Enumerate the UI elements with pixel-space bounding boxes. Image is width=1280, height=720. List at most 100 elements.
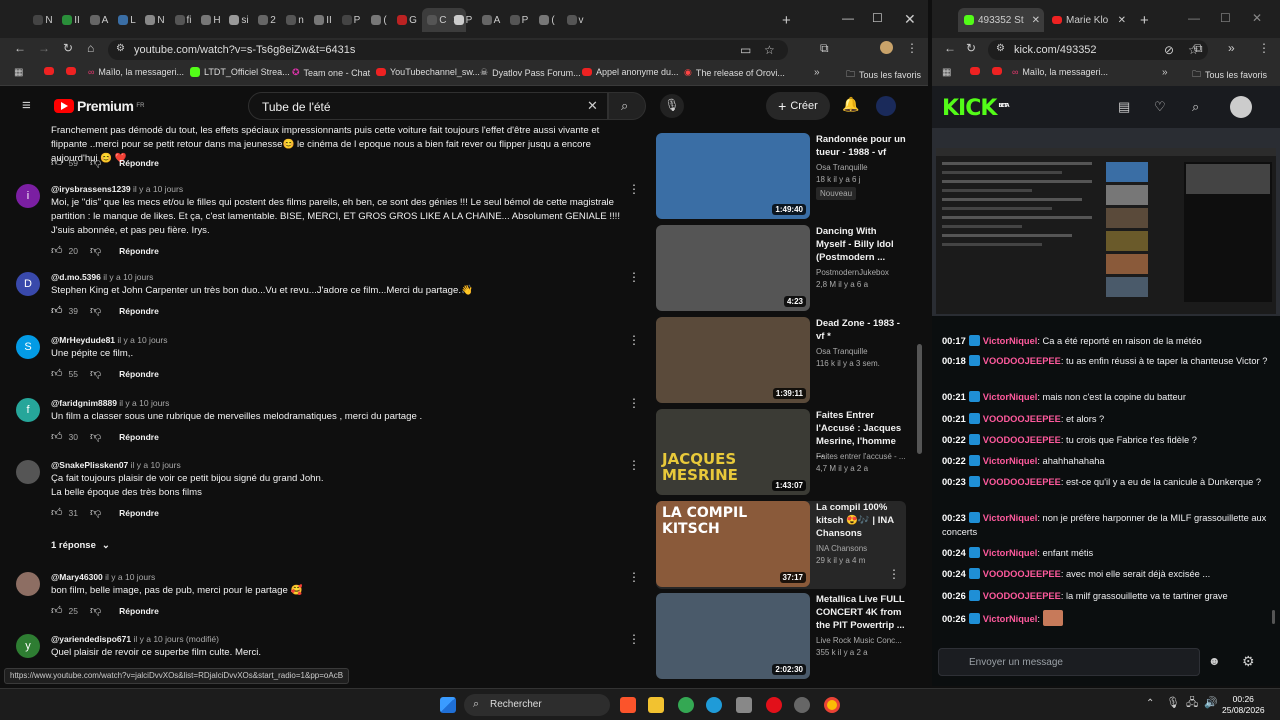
browser-tab[interactable]: A: [478, 8, 504, 32]
video-title[interactable]: La compil 100% kitsch 😍🎶 | INA Chansons: [816, 501, 906, 540]
video-thumbnail[interactable]: 2:02:30: [656, 593, 810, 679]
browse-icon[interactable]: ▤: [1118, 100, 1130, 113]
reply-button[interactable]: Répondre: [119, 369, 159, 379]
search-icon[interactable]: ⌕: [1192, 100, 1199, 113]
bookmark-mailo[interactable]: ∞ Maïlo, la messageri...: [88, 67, 184, 77]
system-clock[interactable]: 00:26 25/08/2026: [1222, 694, 1265, 716]
browser-tab[interactable]: H: [198, 8, 224, 32]
reply-button[interactable]: Répondre: [119, 432, 159, 442]
commenter-avatar[interactable]: [16, 460, 40, 484]
home-icon[interactable]: ⌂: [87, 42, 94, 54]
comment-time[interactable]: il y a 10 jours: [133, 184, 183, 194]
apps-grid-icon[interactable]: ▦: [14, 68, 23, 78]
like-icon[interactable]: 👍︎: [51, 156, 63, 169]
reply-button[interactable]: Répondre: [119, 606, 159, 616]
bookmark-team-one[interactable]: ✪ Team one - Chat: [292, 67, 370, 78]
tab-youtube-marie[interactable]: Marie Klo ✕: [1046, 8, 1130, 32]
commenter-avatar[interactable]: D: [16, 272, 40, 296]
video-channel[interactable]: PostmodernJukebox: [816, 268, 889, 277]
create-button[interactable]: + Créer: [766, 92, 830, 120]
windows-start-icon[interactable]: [440, 697, 456, 713]
dislike-icon[interactable]: 👎︎: [90, 430, 101, 443]
comment-author[interactable]: @SnakePlissken07: [51, 460, 128, 470]
apps-grid-icon[interactable]: ▦: [942, 68, 951, 78]
comment-author[interactable]: @yariendedispo671: [51, 634, 131, 644]
all-bookmarks-folder[interactable]: 🗀 Tous les favoris: [1192, 67, 1267, 83]
account-avatar[interactable]: [876, 96, 896, 116]
dislike-icon[interactable]: 👎︎: [90, 506, 101, 519]
browser-tab[interactable]: P: [506, 8, 532, 32]
close-tab-icon[interactable]: ✕: [1032, 15, 1040, 26]
browser-tab[interactable]: fi: [170, 8, 196, 32]
hamburger-menu-icon[interactable]: ≡: [22, 98, 31, 113]
photos-icon[interactable]: [736, 697, 752, 713]
user-avatar[interactable]: [1230, 96, 1252, 118]
video-channel[interactable]: Live Rock Music Conc...: [816, 636, 902, 645]
like-icon[interactable]: 👍︎: [51, 304, 63, 317]
related-video-item[interactable]: 2:02:30 Metallica Live FULL CONCERT 4K fr…: [656, 593, 906, 681]
comment-time[interactable]: il y a 10 jours: [103, 272, 153, 282]
chat-username[interactable]: VOODOOJEEPEE: [983, 569, 1061, 579]
forward-icon[interactable]: →: [38, 42, 50, 54]
tray-chevron-icon[interactable]: ⌃: [1146, 699, 1154, 709]
youtube-premium-logo[interactable]: Premium FR: [54, 98, 144, 114]
clear-search-icon[interactable]: ✕: [587, 99, 598, 112]
comment-more-icon[interactable]: ⋮: [628, 458, 640, 472]
all-bookmarks-folder[interactable]: 🗀 Tous les favoris: [846, 67, 921, 83]
kick-logo[interactable]: KICK BETA: [942, 96, 1010, 121]
bookmark-yt-2[interactable]: [992, 67, 1002, 75]
chat-username[interactable]: VOODOOJEEPEE: [983, 435, 1061, 445]
notifications-bell-icon[interactable]: 🔔: [842, 97, 859, 111]
reply-button[interactable]: Répondre: [119, 246, 159, 256]
video-title[interactable]: Randonnée pour un tueur - 1988 - vf: [816, 133, 906, 159]
video-thumbnail[interactable]: 4:23: [656, 225, 810, 311]
chat-username[interactable]: VictorNiquel: [983, 392, 1038, 402]
chat-username[interactable]: VOODOOJEEPEE: [983, 356, 1061, 366]
right-address-bar[interactable]: ⚙ kick.com/493352 ⊘ ☆: [988, 40, 1208, 60]
browser-tab[interactable]: II: [58, 8, 84, 32]
video-thumbnail[interactable]: 1:39:11: [656, 317, 810, 403]
new-tab-icon[interactable]: +: [782, 13, 791, 28]
chat-scrollbar[interactable]: [1272, 610, 1275, 624]
more-bookmarks-icon[interactable]: »: [814, 68, 820, 78]
browser-tab[interactable]: N: [142, 8, 168, 32]
close-tab-icon[interactable]: ✕: [1118, 15, 1126, 26]
follow-heart-icon[interactable]: ♡: [1154, 100, 1166, 113]
comment-more-icon[interactable]: ⋮: [628, 632, 640, 646]
browser-tab[interactable]: L: [114, 8, 140, 32]
taskbar-search-box[interactable]: ⌕ Rechercher: [464, 694, 610, 716]
commenter-avatar[interactable]: S: [16, 335, 40, 359]
browser-tab[interactable]: P: [450, 8, 476, 32]
comment-author[interactable]: @irysbrassens1239: [51, 184, 131, 194]
browser-tab[interactable]: n: [282, 8, 308, 32]
more-bookmarks-icon[interactable]: »: [1162, 68, 1168, 78]
minimize-icon[interactable]: —: [1188, 12, 1200, 24]
maximize-icon[interactable]: ☐: [1220, 12, 1231, 24]
bookmark-youtubechannel[interactable]: YouTubechannel_sw...: [376, 67, 480, 77]
chat-username[interactable]: VOODOOJEEPEE: [983, 477, 1061, 487]
browser-tab[interactable]: A: [86, 8, 112, 32]
related-video-item[interactable]: 1:39:11 Dead Zone - 1983 - vf * Osa Tranqu…: [656, 317, 906, 405]
back-icon[interactable]: ←: [944, 42, 956, 54]
chat-settings-gear-icon[interactable]: ⚙: [1242, 654, 1255, 668]
address-bar[interactable]: ⚙ youtube.com/watch?v=s-Ts6g8eiZw&t=6431…: [108, 40, 788, 60]
video-channel[interactable]: Osa Tranquille: [816, 347, 868, 356]
file-explorer-icon[interactable]: [648, 697, 664, 713]
chrome-active-icon[interactable]: [824, 697, 840, 713]
chat-message-input[interactable]: Envoyer un message: [938, 648, 1200, 676]
chat-username[interactable]: VictorNiquel: [983, 548, 1038, 558]
site-info-icon[interactable]: ⚙: [996, 44, 1005, 54]
commenter-avatar[interactable]: y: [16, 634, 40, 658]
video-more-icon[interactable]: ⋮: [888, 567, 900, 581]
browser-tab[interactable]: G: [394, 8, 420, 32]
minimize-icon[interactable]: —: [842, 12, 854, 24]
settings-app-icon[interactable]: [794, 697, 810, 713]
related-video-item[interactable]: LA COMPIL KITSCH 37:17 La compil 100% kits…: [656, 501, 906, 589]
comment-time[interactable]: il y a 10 jours: [105, 572, 155, 582]
extension-icon[interactable]: ⧉: [820, 42, 829, 54]
chat-username[interactable]: VOODOOJEEPEE: [983, 414, 1061, 424]
show-replies-button[interactable]: 1 réponse ⌄: [51, 540, 110, 551]
video-title[interactable]: Dancing With Myself - Billy Idol (Postmo…: [816, 225, 906, 264]
reload-icon[interactable]: ↻: [966, 42, 976, 54]
stream-video-player[interactable]: [932, 128, 1280, 316]
